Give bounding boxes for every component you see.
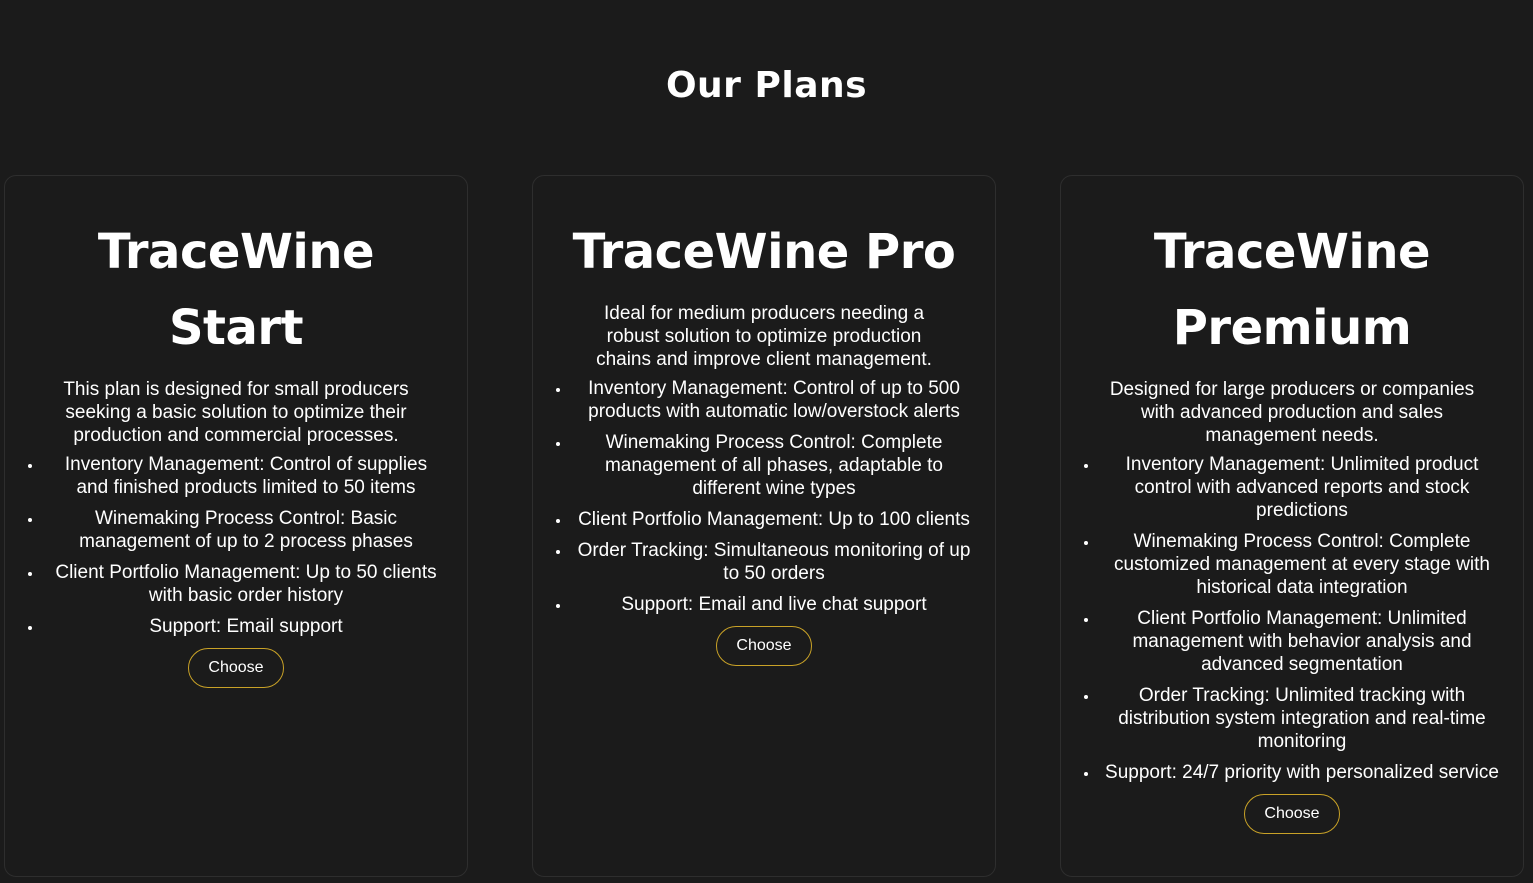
feature-item: Client Portfolio Management: Up to 100 c… [571,508,973,531]
page-title: Our Plans [665,65,868,106]
feature-item: Winemaking Process Control: Complete cus… [1099,530,1501,599]
plan-name: TraceWine Start [97,224,375,356]
plan-card-premium: TraceWine Premium Designed for large pro… [1060,175,1524,877]
feature-item: Support: 24/7 priority with personalized… [1099,761,1501,784]
feature-item: Winemaking Process Control: Basic manage… [43,507,445,553]
plan-card-start: TraceWine Start This plan is designed fo… [4,175,468,877]
plan-name: TraceWine Pro [572,224,956,280]
choose-button-pro[interactable]: Choose [716,626,812,666]
feature-item: Order Tracking: Unlimited tracking with … [1099,684,1501,753]
choose-button-start[interactable]: Choose [188,648,284,688]
plan-name: TraceWine Premium [1153,224,1431,356]
feature-item: Support: Email and live chat support [571,593,973,616]
feature-item: Client Portfolio Management: Unlimited m… [1099,607,1501,676]
feature-list: Inventory Management: Unlimited product … [1073,453,1501,784]
plans-section: TraceWine Start This plan is designed fo… [0,175,1533,883]
plan-description: Designed for large producers or companie… [1109,379,1475,446]
choose-button-premium[interactable]: Choose [1244,794,1340,834]
plan-description: This plan is designed for small producer… [63,379,409,446]
feature-list: Inventory Management: Control of up to 5… [545,377,973,616]
feature-list: Inventory Management: Control of supplie… [17,453,445,638]
feature-item: Order Tracking: Simultaneous monitoring … [571,539,973,585]
feature-item: Client Portfolio Management: Up to 50 cl… [43,561,445,607]
feature-item: Inventory Management: Unlimited product … [1099,453,1501,522]
plan-description: Ideal for medium producers needing a rob… [596,303,932,370]
feature-item: Winemaking Process Control: Complete man… [571,431,973,500]
plan-card-pro: TraceWine Pro Ideal for medium producers… [532,175,996,877]
feature-item: Support: Email support [43,615,445,638]
feature-item: Inventory Management: Control of up to 5… [571,377,973,423]
feature-item: Inventory Management: Control of supplie… [43,453,445,499]
